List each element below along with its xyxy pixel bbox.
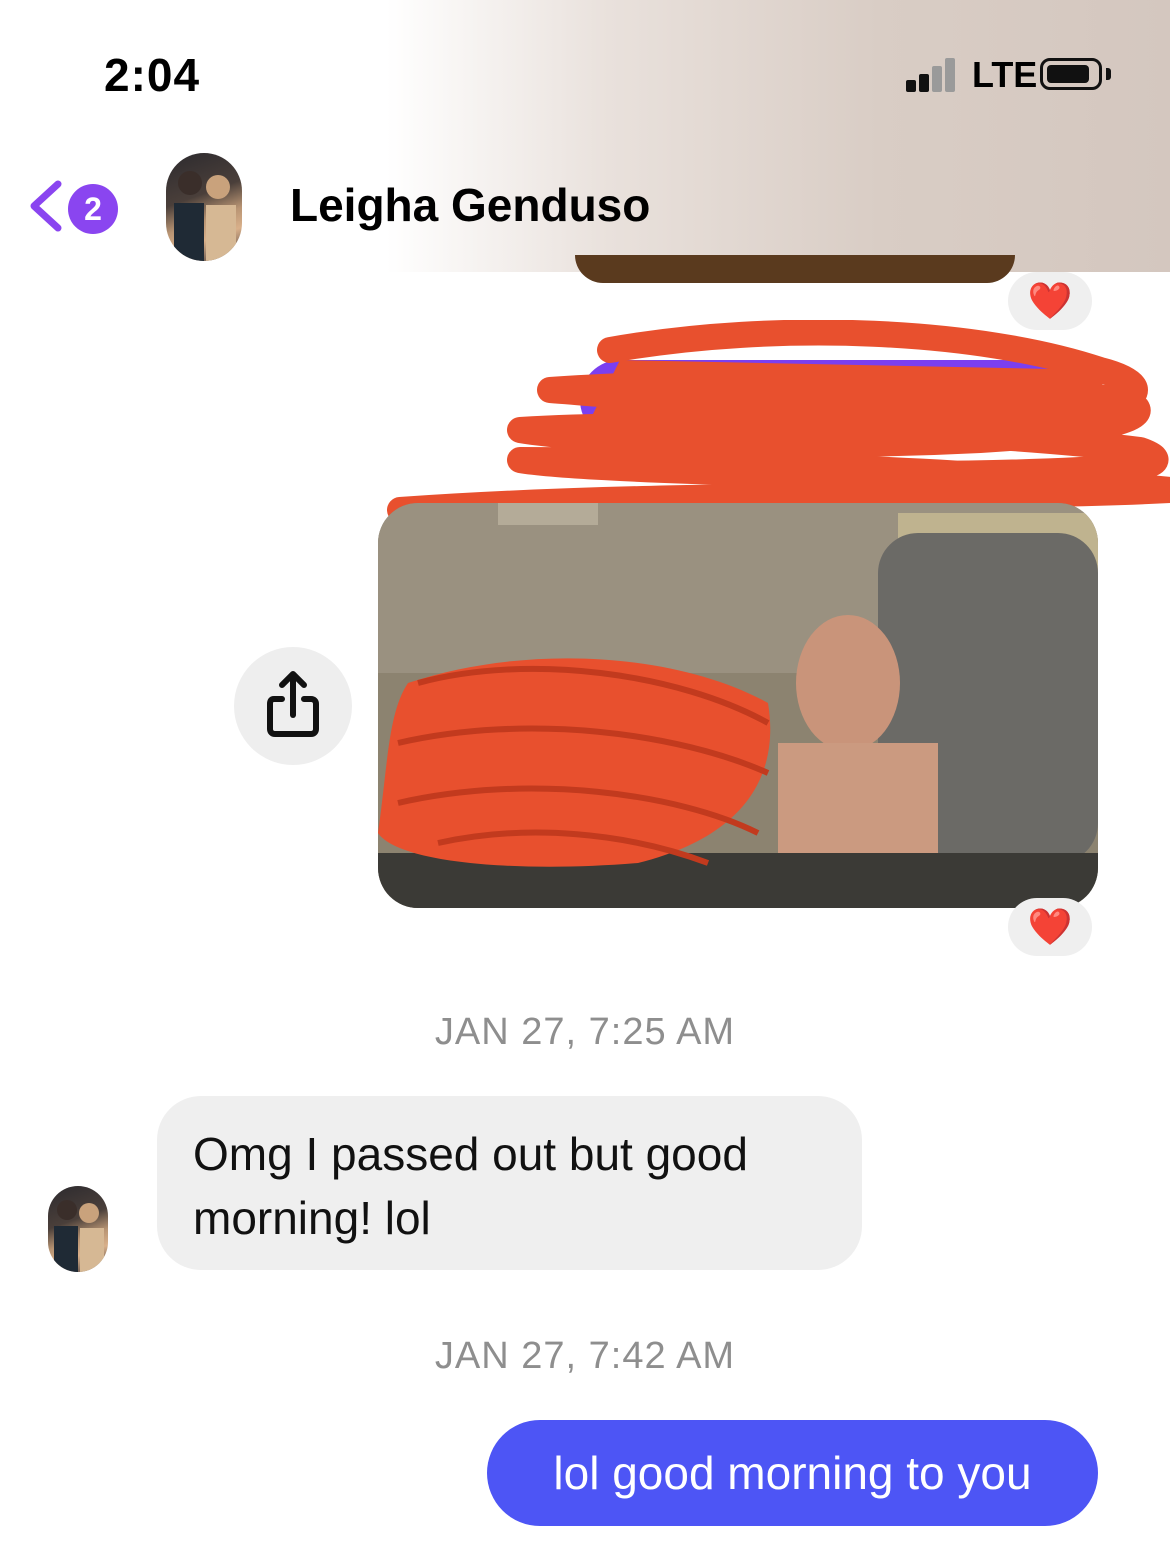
- avatar-photo: [54, 1200, 104, 1272]
- battery-icon: [1040, 58, 1102, 90]
- status-time: 2:04: [104, 49, 201, 101]
- unread-badge[interactable]: 2: [68, 184, 118, 234]
- contact-avatar[interactable]: [166, 153, 242, 261]
- heart-icon: ❤️: [1027, 280, 1073, 321]
- message-timestamp: JAN 27, 7:42 AM: [434, 1335, 736, 1377]
- battery-tip: [1106, 68, 1111, 80]
- heart-reaction[interactable]: ❤️: [1008, 898, 1092, 956]
- avatar-photo: [174, 171, 236, 261]
- back-button[interactable]: [24, 176, 72, 236]
- heart-icon: ❤️: [1027, 906, 1073, 947]
- sender-avatar[interactable]: [48, 1186, 108, 1272]
- chevron-left-icon: [30, 180, 62, 232]
- incoming-message[interactable]: Omg I passed out but good morning! lol: [157, 1096, 862, 1270]
- network-type: LTE: [972, 54, 1038, 95]
- previous-image[interactable]: [575, 255, 1015, 283]
- contact-name[interactable]: Leigha Genduso: [290, 178, 650, 232]
- message-timestamp: JAN 27, 7:25 AM: [434, 1011, 736, 1053]
- share-button[interactable]: [234, 647, 352, 765]
- redacted-message: [380, 319, 1170, 523]
- redaction-scribble: [387, 319, 1170, 523]
- photo-content: [378, 503, 1098, 908]
- photo-message[interactable]: [378, 503, 1098, 908]
- signal-icon: [906, 58, 962, 92]
- outgoing-message[interactable]: lol good morning to you: [487, 1420, 1098, 1526]
- share-icon: [267, 671, 319, 737]
